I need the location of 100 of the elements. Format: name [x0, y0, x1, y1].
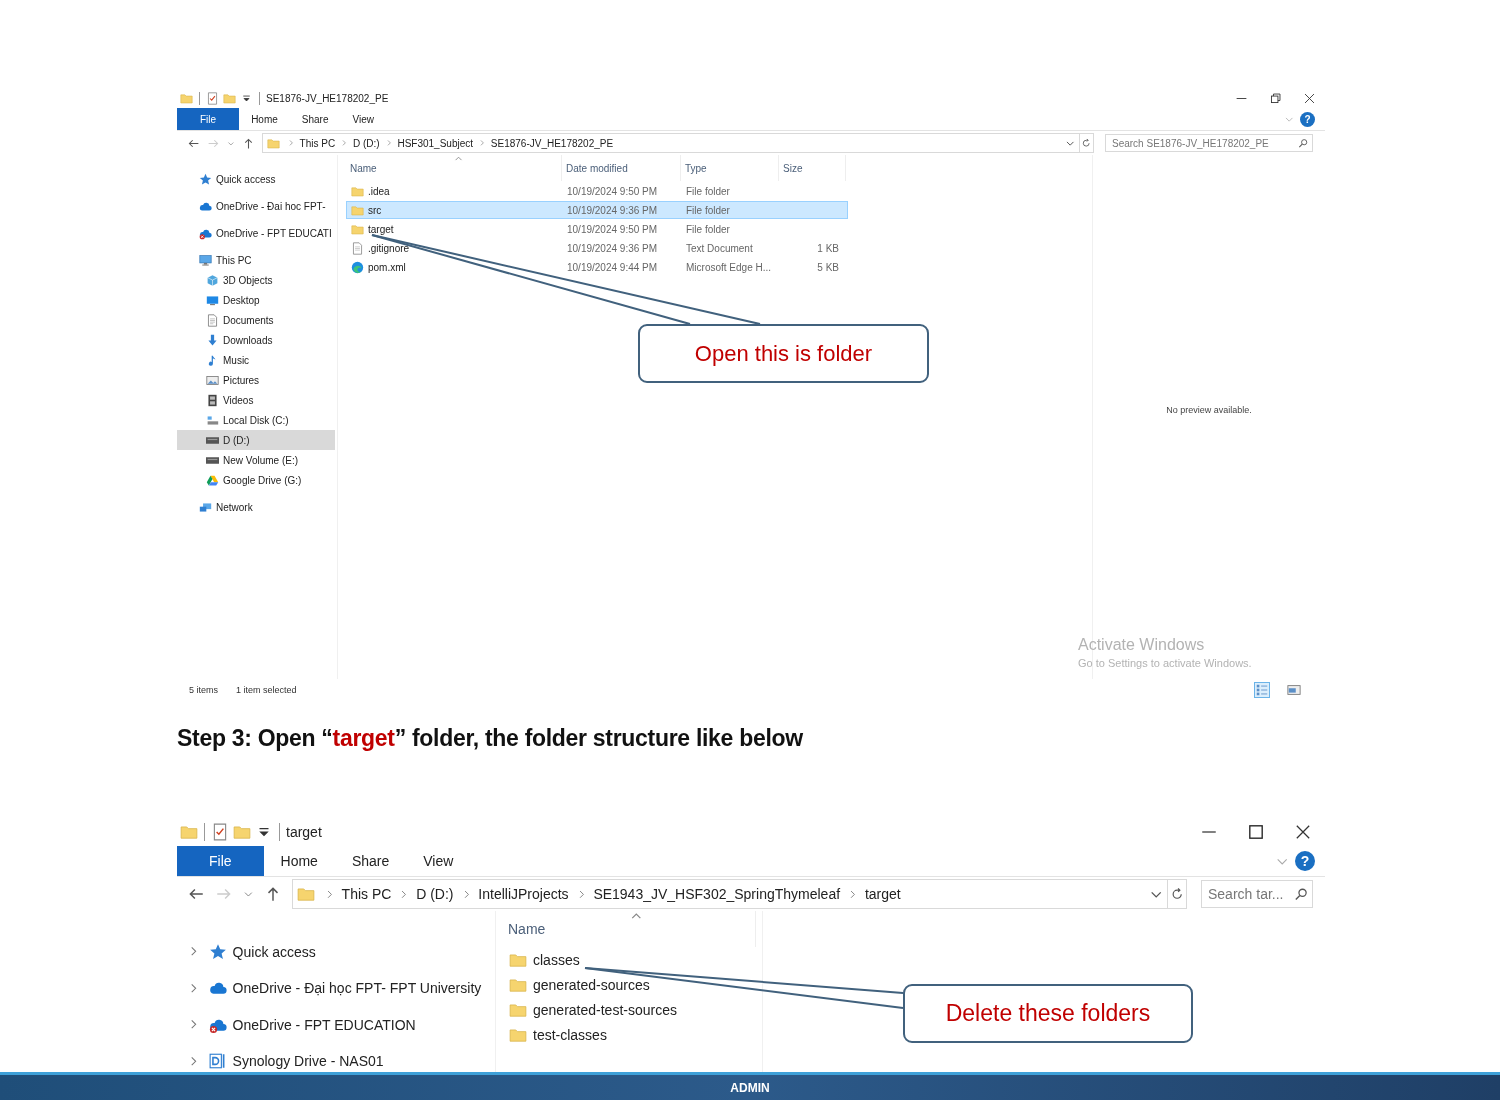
nav-item[interactable]: Local Disk (C:) [177, 410, 335, 431]
folder-icon [509, 1026, 527, 1044]
help-button[interactable]: ? [1300, 111, 1315, 127]
search-field[interactable]: Search SE1876-JV_HE178202_PE [1105, 134, 1313, 152]
nav-item[interactable]: Music [177, 350, 335, 371]
column-header[interactable]: Size [779, 155, 846, 181]
nav-item[interactable]: OneDrive - FPT EDUCATION [177, 1006, 493, 1043]
ribbon-tab[interactable]: Share [334, 846, 407, 876]
breadcrumb-item[interactable]: HSF301_Subject [397, 137, 474, 149]
search-field[interactable]: Search tar... [1201, 880, 1313, 908]
nav-item[interactable]: New Volume (E:) [177, 450, 335, 471]
folder-icon [266, 136, 280, 150]
size-cell: 5 KB [817, 261, 839, 273]
callout: Delete these folders [903, 984, 1193, 1043]
text-file-icon [351, 241, 364, 255]
type-cell: Text Document [686, 242, 753, 254]
ribbon-tab[interactable]: Home [263, 846, 335, 876]
date-cell: 10/19/2024 9:50 PM [567, 185, 658, 197]
nav-item[interactable]: Network [177, 497, 335, 518]
folder-icon [351, 184, 364, 198]
nav-item[interactable]: D (D:) [177, 430, 335, 451]
file-row[interactable]: classes [504, 948, 758, 972]
file-row[interactable]: test-classes [504, 1023, 758, 1047]
column-header[interactable]: Name [504, 911, 756, 947]
disk-drive-icon [206, 413, 219, 427]
file-row[interactable]: src 10/19/2024 9:36 PM File folder [346, 201, 848, 219]
star-icon [199, 172, 212, 186]
checkmark-document-icon[interactable] [206, 91, 219, 105]
column-header[interactable]: Type [681, 155, 779, 181]
maximize-button[interactable] [1247, 823, 1265, 841]
nav-item[interactable]: This PC [177, 250, 335, 271]
nav-item[interactable]: OneDrive - Đại học FPT- FPT University [177, 969, 493, 1007]
desktop-icon [206, 293, 219, 307]
file-row[interactable]: generated-test-sources [504, 998, 758, 1022]
date-cell: 10/19/2024 9:36 PM [567, 242, 658, 254]
date-cell: 10/19/2024 9:36 PM [567, 204, 658, 216]
breadcrumb-item[interactable]: This PC [299, 137, 336, 149]
name-cell: src [368, 204, 382, 216]
network-icon [199, 500, 212, 514]
nav-item[interactable]: 3D Objects [177, 270, 335, 291]
nav-item[interactable]: OneDrive - FPT EDUCATI [177, 223, 335, 244]
type-cell: Microsoft Edge H... [686, 261, 772, 273]
address-bar[interactable]: This PC D (D:) HSF301_Subject SE1876-JV_HE178202_PE [261, 133, 1080, 153]
nav-item[interactable]: Google Drive (G:) [177, 470, 335, 491]
refresh-button[interactable] [1168, 879, 1187, 909]
size-cell: 1 KB [817, 242, 839, 254]
file-row[interactable]: .gitignore 10/19/2024 9:36 PM Text Document 1 KB [346, 239, 848, 257]
sort-caret-icon [629, 911, 643, 920]
nav-item[interactable]: Documents [177, 310, 335, 331]
name-cell: .idea [368, 185, 390, 197]
breadcrumb-item[interactable]: IntelliJProjects [478, 886, 569, 902]
refresh-icon [1081, 137, 1092, 149]
refresh-button[interactable] [1080, 133, 1094, 153]
search-icon [1297, 137, 1308, 149]
checkmark-document-icon[interactable] [211, 823, 229, 841]
nav-item[interactable]: Pictures [177, 370, 335, 391]
breadcrumb-item[interactable]: D (D:) [416, 886, 454, 902]
search-icon [1293, 886, 1308, 902]
breadcrumb-item[interactable]: target [864, 886, 901, 902]
nav-item[interactable]: Downloads [177, 330, 335, 351]
ribbon-tab[interactable]: View [406, 846, 471, 876]
folder-icon [351, 222, 364, 236]
close-button[interactable] [1303, 91, 1316, 105]
ribbon-tab[interactable]: Share [289, 108, 341, 130]
file-row[interactable]: pom.xml 10/19/2024 9:44 PM Microsoft Edge H... 5 KB [346, 258, 848, 276]
restore-button[interactable] [1269, 91, 1282, 105]
file-row[interactable]: .idea 10/19/2024 9:50 PM File folder [346, 182, 848, 200]
breadcrumb-item[interactable]: SE1876-JV_HE178202_PE [490, 137, 614, 149]
address-bar[interactable]: This PC D (D:) IntelliJProjects SE1943_JV_HSF302_SpringThymeleaf target [291, 879, 1168, 909]
star-icon [208, 942, 227, 961]
preview-pane-icon[interactable] [1287, 683, 1301, 697]
close-button[interactable] [1294, 823, 1312, 841]
nav-item[interactable]: Videos [177, 390, 335, 411]
nav-item[interactable]: Desktop [177, 290, 335, 311]
details-view-icon[interactable] [1255, 683, 1269, 697]
nav-item[interactable]: Quick access [177, 169, 335, 190]
name-cell: generated-test-sources [533, 1002, 677, 1018]
ribbon-tab[interactable]: Home [239, 108, 290, 130]
window-title: target [286, 824, 322, 840]
file-menu-tab[interactable]: File [177, 846, 264, 876]
column-header[interactable]: Name [346, 155, 562, 181]
file-row[interactable]: generated-sources [504, 973, 758, 997]
ribbon-tab[interactable]: View [340, 108, 386, 130]
nav-item[interactable]: Quick access [177, 933, 493, 970]
window-title: SE1876-JV_HE178202_PE [266, 92, 389, 104]
chevron-right-icon [478, 139, 486, 147]
nav-item[interactable]: Synology Drive - NAS01 [177, 1042, 493, 1072]
column-header[interactable]: Date modified [562, 155, 681, 181]
file-row[interactable]: target 10/19/2024 9:50 PM File folder [346, 220, 848, 238]
help-button[interactable]: ? [1295, 851, 1315, 871]
folder-icon [509, 1001, 527, 1019]
picture-icon [206, 373, 219, 387]
file-menu-tab[interactable]: File [177, 108, 240, 130]
film-icon [206, 393, 219, 407]
breadcrumb-item[interactable]: D (D:) [352, 137, 380, 149]
activation-message: Go to Settings to activate Windows. [1078, 657, 1252, 669]
breadcrumb-item[interactable]: SE1943_JV_HSF302_SpringThymeleaf [593, 886, 841, 902]
breadcrumb-item[interactable]: This PC [341, 886, 392, 902]
monitor-icon [199, 253, 212, 267]
nav-item[interactable]: OneDrive - Đai hoc FPT- [177, 196, 335, 217]
